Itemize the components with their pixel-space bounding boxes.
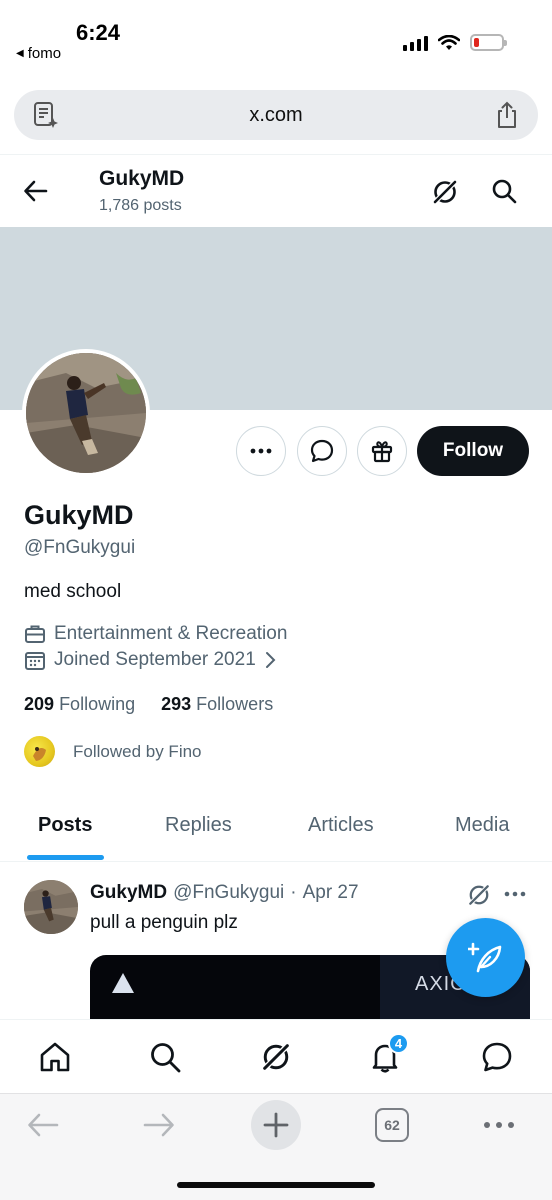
signal-icon bbox=[403, 35, 428, 51]
compose-button[interactable] bbox=[446, 918, 525, 997]
tab-posts[interactable]: Posts bbox=[38, 814, 92, 837]
post-more-icon[interactable] bbox=[504, 882, 526, 906]
status-bar: 6:24 ◀ fomo bbox=[0, 0, 552, 80]
explore-search-icon[interactable] bbox=[148, 1040, 182, 1074]
profile-handle: @FnGukygui bbox=[24, 537, 136, 558]
profile-header: GukyMD 1,786 posts bbox=[0, 155, 552, 227]
profile-bio: med school bbox=[24, 581, 122, 602]
chat-icon bbox=[310, 439, 334, 463]
bottom-nav: 4 bbox=[0, 1019, 552, 1093]
home-indicator bbox=[177, 1182, 375, 1188]
profile-category-label: Entertainment & Recreation bbox=[54, 623, 288, 644]
status-time: 6:24 bbox=[76, 20, 121, 45]
post-grok-icon[interactable] bbox=[466, 882, 492, 908]
following-count: 209 bbox=[24, 694, 55, 714]
profile-tabs: Posts Replies Articles Media bbox=[0, 800, 552, 862]
message-button[interactable] bbox=[297, 426, 347, 476]
followed-by[interactable]: Followed by Fino bbox=[24, 736, 202, 767]
follow-button[interactable]: Follow bbox=[417, 426, 529, 476]
notifications-badge: 4 bbox=[388, 1033, 409, 1054]
post-avatar-image bbox=[24, 880, 78, 934]
more-options-button[interactable] bbox=[236, 426, 286, 476]
followers-count: 293 bbox=[161, 694, 192, 714]
post-header: GukyMD @FnGukygui · Apr 27 bbox=[90, 882, 359, 904]
tab-replies[interactable]: Replies bbox=[165, 814, 232, 837]
back-to-app-link[interactable]: ◀ fomo bbox=[16, 45, 61, 62]
following-label: Following bbox=[59, 694, 136, 714]
followers-label: Followers bbox=[196, 694, 274, 714]
home-icon[interactable] bbox=[38, 1040, 72, 1074]
subscribe-gift-button[interactable] bbox=[357, 426, 407, 476]
active-tab-indicator bbox=[27, 855, 104, 860]
wifi-icon bbox=[438, 34, 460, 50]
more-icon bbox=[250, 448, 272, 454]
back-arrow-icon[interactable] bbox=[22, 177, 50, 205]
url-text: x.com bbox=[249, 104, 303, 126]
compose-icon bbox=[467, 942, 501, 972]
post-separator: · bbox=[290, 882, 297, 903]
plus-icon bbox=[263, 1112, 289, 1138]
grok-nav-icon[interactable] bbox=[259, 1040, 293, 1074]
back-app-label: fomo bbox=[27, 45, 62, 62]
profile-display-name: GukyMD bbox=[24, 500, 134, 530]
profile-joined[interactable]: Joined September 2021 bbox=[24, 649, 276, 671]
back-triangle-icon: ◀ bbox=[16, 48, 24, 59]
grok-icon[interactable] bbox=[430, 177, 460, 207]
tab-switcher-button[interactable]: 62 bbox=[375, 1108, 409, 1142]
avatar-image bbox=[26, 353, 146, 473]
briefcase-icon bbox=[25, 625, 45, 643]
system-icons bbox=[403, 34, 507, 51]
search-icon[interactable] bbox=[490, 177, 518, 205]
battery-icon bbox=[470, 34, 507, 51]
profile-joined-label: Joined September 2021 bbox=[54, 649, 256, 670]
profile-stats: 209 Following 293 Followers bbox=[24, 694, 273, 715]
followers-link[interactable]: 293 Followers bbox=[161, 694, 273, 715]
messages-icon[interactable] bbox=[480, 1040, 514, 1074]
follower-avatar bbox=[24, 736, 55, 767]
browser-forward-icon[interactable] bbox=[142, 1110, 176, 1140]
gift-icon bbox=[371, 441, 393, 463]
header-posts-count: 1,786 posts bbox=[99, 197, 182, 214]
following-link[interactable]: 209 Following bbox=[24, 694, 135, 715]
calendar-icon bbox=[25, 652, 45, 670]
followed-by-label: Followed by Fino bbox=[73, 741, 202, 761]
post-author-handle[interactable]: @FnGukygui bbox=[173, 882, 284, 904]
post-date[interactable]: Apr 27 bbox=[303, 882, 359, 904]
post-text: pull a penguin plz bbox=[90, 912, 238, 933]
profile-avatar[interactable] bbox=[22, 349, 150, 477]
browser-back-icon[interactable] bbox=[26, 1110, 60, 1140]
address-bar[interactable]: x.com bbox=[14, 90, 538, 140]
new-tab-button[interactable] bbox=[251, 1100, 301, 1150]
tab-media[interactable]: Media bbox=[455, 814, 509, 837]
media-logo-icon bbox=[112, 973, 134, 993]
post-avatar[interactable] bbox=[24, 880, 78, 934]
tab-articles[interactable]: Articles bbox=[308, 814, 374, 837]
post-author-name[interactable]: GukyMD bbox=[90, 882, 167, 904]
chevron-right-icon bbox=[265, 652, 276, 668]
share-icon[interactable] bbox=[494, 101, 520, 129]
profile-category: Entertainment & Recreation bbox=[24, 623, 287, 645]
browser-menu-icon[interactable] bbox=[482, 1120, 516, 1130]
header-title: GukyMD bbox=[99, 167, 185, 190]
